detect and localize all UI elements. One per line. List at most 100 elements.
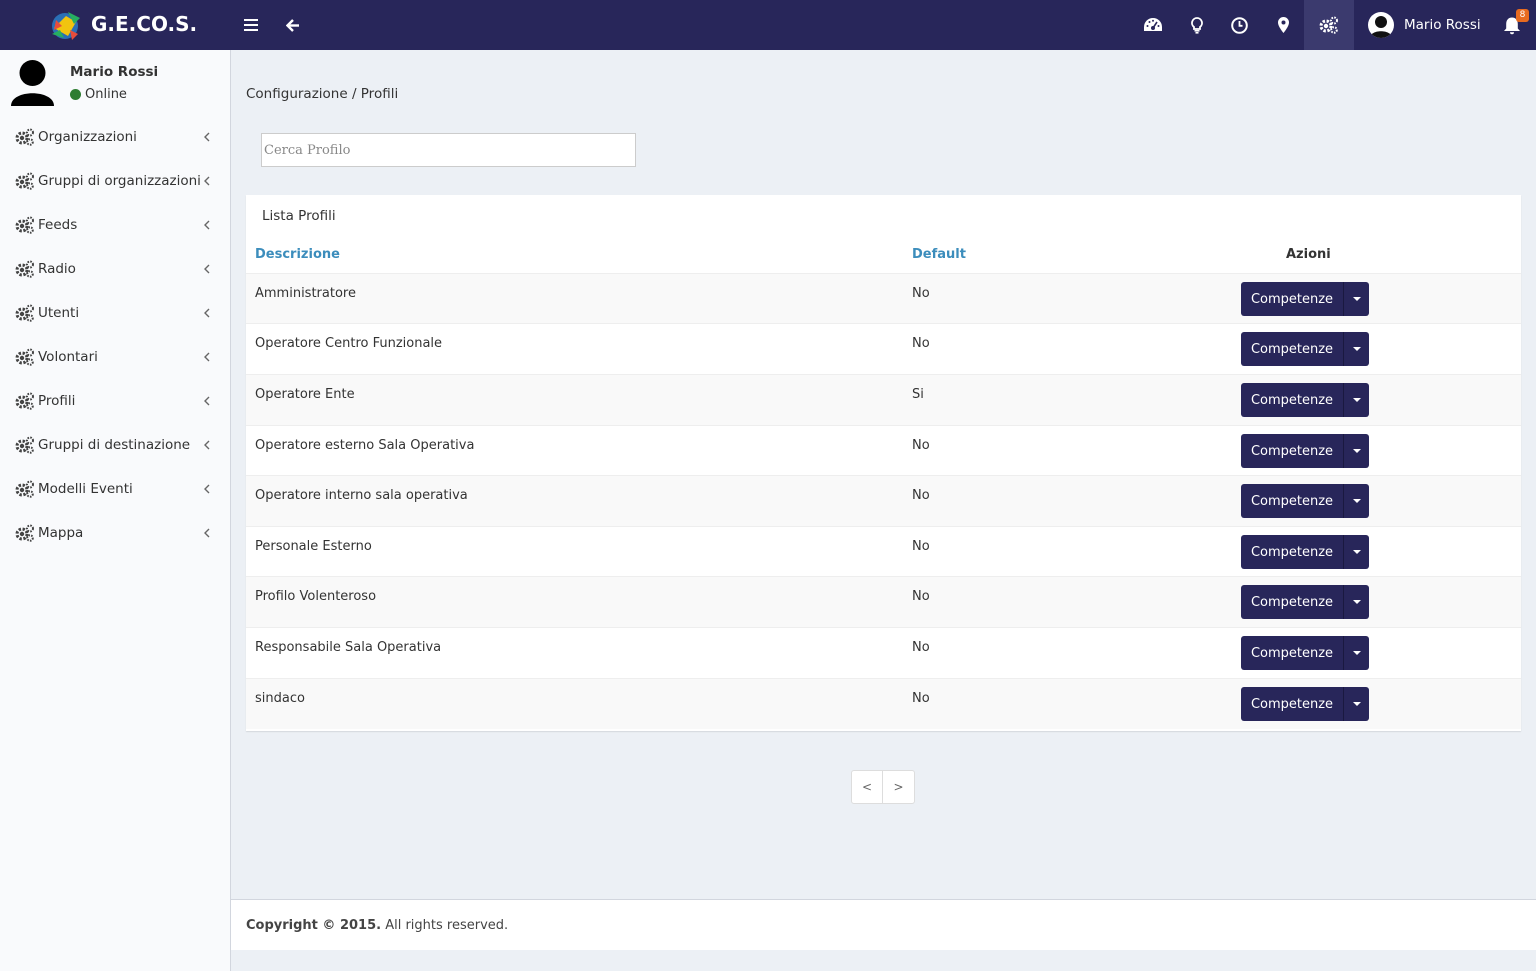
user-panel: Mario Rossi Online	[0, 50, 230, 112]
gears-icon	[15, 260, 34, 278]
caret-down-icon	[1352, 651, 1361, 655]
competenze-button[interactable]: Competenze	[1241, 332, 1343, 366]
competenze-button[interactable]: Competenze	[1241, 535, 1343, 569]
actions-dropdown-toggle[interactable]	[1343, 434, 1369, 468]
sidebar-item-label: Profili	[38, 393, 76, 409]
search-input[interactable]	[261, 133, 636, 167]
actions-dropdown-toggle[interactable]	[1343, 687, 1369, 721]
gears-icon	[15, 172, 34, 190]
online-dot-icon	[70, 89, 81, 100]
cell-default: Si	[912, 387, 924, 402]
user-avatar-icon	[11, 60, 54, 106]
prev-page-button[interactable]: <	[851, 770, 883, 804]
location-button[interactable]	[1272, 13, 1294, 37]
caret-down-icon	[1352, 297, 1361, 301]
actions-dropdown-toggle[interactable]	[1343, 585, 1369, 619]
actions-dropdown-toggle[interactable]	[1343, 636, 1369, 670]
caret-down-icon	[1352, 600, 1361, 604]
gears-icon	[1319, 16, 1338, 34]
cell-descrizione: Personale Esterno	[255, 539, 372, 554]
column-header-descrizione[interactable]: Descrizione	[255, 247, 340, 262]
table-row: Personale Esterno No Competenze	[246, 526, 1521, 577]
settings-button[interactable]	[1318, 13, 1340, 37]
sidebar-item-radio[interactable]: Radio	[0, 248, 230, 292]
ideas-button[interactable]	[1186, 13, 1208, 37]
competenze-button[interactable]: Competenze	[1241, 282, 1343, 316]
caret-down-icon	[1352, 449, 1361, 453]
notification-badge: 8	[1516, 9, 1529, 22]
arrow-left-icon	[286, 18, 299, 32]
gears-icon	[15, 348, 34, 366]
app-title: G.E.CO.S.	[91, 12, 198, 36]
actions-dropdown-toggle[interactable]	[1343, 484, 1369, 518]
sidebar-item-mappa[interactable]: Mappa	[0, 512, 230, 556]
gears-icon	[15, 480, 34, 498]
cell-default: No	[912, 438, 930, 453]
top-navbar: G.E.CO.S. Mario Rossi 8	[0, 0, 1536, 50]
dashboard-button[interactable]	[1142, 13, 1164, 37]
sidebar-item-label: Radio	[38, 261, 76, 277]
sidebar-item-feeds[interactable]: Feeds	[0, 204, 230, 248]
hamburger-icon	[244, 19, 258, 31]
sidebar-item-gruppi-di-organizzazioni[interactable]: Gruppi di organizzazioni	[0, 160, 230, 204]
sidebar-item-label: Feeds	[38, 217, 78, 233]
dashboard-icon	[1144, 18, 1162, 31]
copyright-bold: Copyright © 2015.	[246, 918, 382, 933]
competenze-button[interactable]: Competenze	[1241, 585, 1343, 619]
sidebar-item-label: Gruppi di organizzazioni	[38, 173, 201, 189]
cell-descrizione: Amministratore	[255, 286, 356, 301]
actions-dropdown-toggle[interactable]	[1343, 383, 1369, 417]
caret-down-icon	[1352, 398, 1361, 402]
history-button[interactable]	[1228, 13, 1250, 37]
map-marker-icon	[1277, 17, 1289, 33]
pagination: < >	[851, 770, 915, 804]
competenze-button[interactable]: Competenze	[1241, 687, 1343, 721]
chevron-left-icon	[204, 220, 210, 230]
actions-dropdown-toggle[interactable]	[1343, 332, 1369, 366]
back-button[interactable]	[282, 13, 304, 37]
gears-icon	[15, 304, 34, 322]
logo-icon	[52, 12, 80, 40]
cell-descrizione: Operatore Centro Funzionale	[255, 336, 443, 351]
copyright-rest: All rights reserved.	[381, 918, 509, 933]
caret-down-icon	[1352, 347, 1361, 351]
sidebar: Mario Rossi Online Organizzazioni Gruppi …	[0, 50, 231, 971]
sidebar-item-modelli-eventi[interactable]: Modelli Eventi	[0, 468, 230, 512]
lightbulb-icon	[1191, 16, 1203, 34]
notifications-button[interactable]: 8	[1500, 9, 1529, 38]
sidebar-item-volontari[interactable]: Volontari	[0, 336, 230, 380]
logo[interactable]: G.E.CO.S.	[0, 0, 230, 50]
cell-descrizione: Responsabile Sala Operativa	[255, 640, 442, 655]
cell-descrizione: Profilo Volenteroso	[255, 589, 377, 604]
actions-button-group: Competenze	[1241, 332, 1369, 366]
next-page-button[interactable]: >	[883, 770, 915, 804]
profiles-table-box: Lista Profili Descrizione Default Azioni…	[246, 195, 1521, 731]
competenze-button[interactable]: Competenze	[1241, 383, 1343, 417]
user-menu[interactable]: Mario Rossi	[1368, 11, 1481, 39]
actions-dropdown-toggle[interactable]	[1343, 535, 1369, 569]
copyright: Copyright © 2015. All rights reserved.	[246, 918, 508, 933]
table-row: sindaco No Competenze	[246, 678, 1521, 729]
cell-default: No	[912, 691, 930, 706]
chevron-left-icon	[204, 484, 210, 494]
caret-down-icon	[1352, 550, 1361, 554]
cell-default: No	[912, 589, 930, 604]
status-label: Online	[85, 87, 127, 102]
sidebar-item-gruppi-di-destinazione[interactable]: Gruppi di destinazione	[0, 424, 230, 468]
sidebar-item-profili[interactable]: Profili	[0, 380, 230, 424]
sidebar-item-organizzazioni[interactable]: Organizzazioni	[0, 116, 230, 160]
sidebar-toggle-button[interactable]	[240, 13, 262, 37]
competenze-button[interactable]: Competenze	[1241, 636, 1343, 670]
gears-icon	[15, 392, 34, 410]
column-header-default[interactable]: Default	[912, 247, 966, 262]
sidebar-item-label: Organizzazioni	[38, 129, 137, 145]
competenze-button[interactable]: Competenze	[1241, 484, 1343, 518]
gears-icon	[15, 128, 34, 146]
actions-dropdown-toggle[interactable]	[1343, 282, 1369, 316]
cell-default: No	[912, 539, 930, 554]
competenze-button[interactable]: Competenze	[1241, 434, 1343, 468]
sidebar-item-utenti[interactable]: Utenti	[0, 292, 230, 336]
gears-icon	[15, 216, 34, 234]
table-row: Responsabile Sala Operativa No Competenze	[246, 627, 1521, 678]
sidebar-item-label: Gruppi di destinazione	[38, 437, 191, 453]
